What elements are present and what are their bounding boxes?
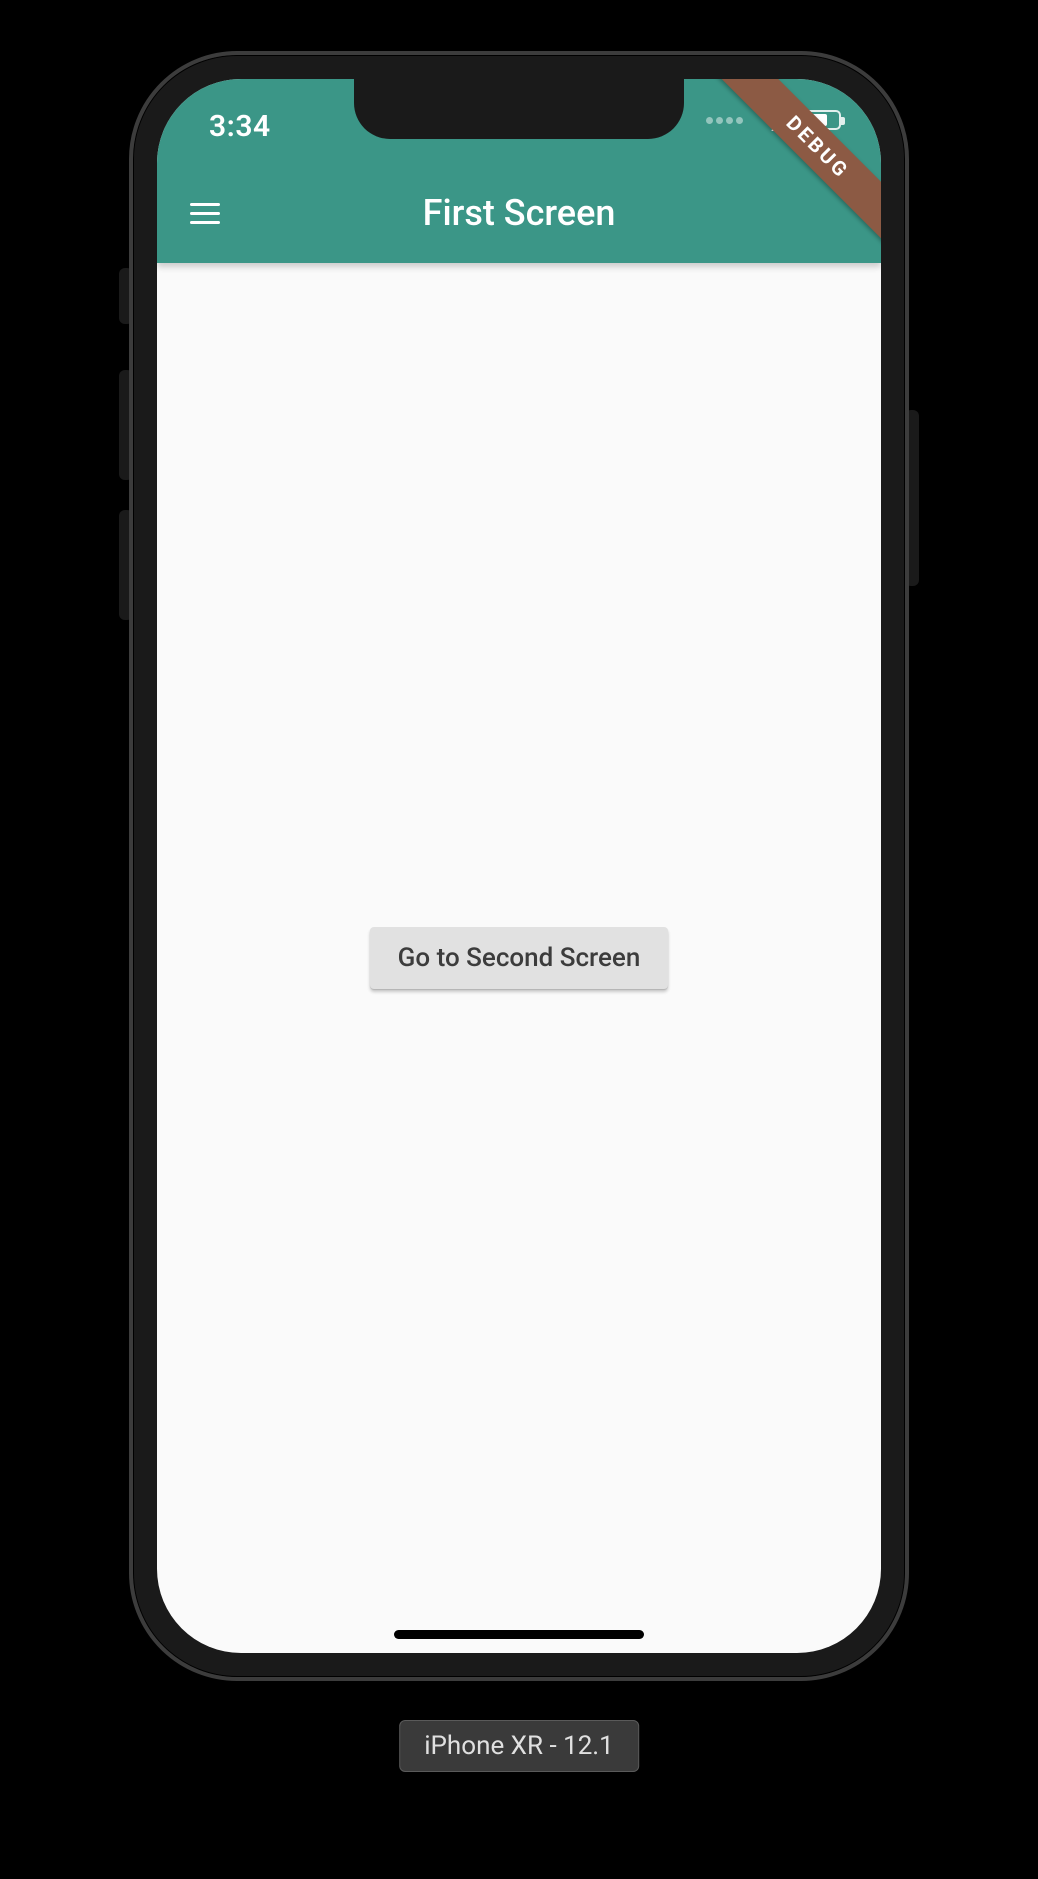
menu-button[interactable] — [175, 183, 235, 243]
app-bar: First Screen — [157, 163, 881, 263]
go-to-second-screen-button[interactable]: Go to Second Screen — [370, 927, 669, 989]
device-caption: iPhone XR - 12.1 — [399, 1720, 639, 1772]
simulator-stage: DEBUG 3:34 — [0, 0, 1038, 1879]
scaffold-body: Go to Second Screen — [157, 263, 881, 1653]
page-title: First Screen — [157, 192, 881, 234]
notch — [354, 79, 684, 139]
hamburger-icon — [190, 212, 220, 215]
home-indicator[interactable] — [394, 1630, 644, 1639]
status-time: 3:34 — [209, 109, 271, 144]
status-right-cluster — [706, 109, 841, 131]
wifi-icon — [759, 109, 789, 131]
cellular-dots-icon — [706, 117, 743, 124]
phone-frame: DEBUG 3:34 — [129, 51, 909, 1681]
phone-screen: DEBUG 3:34 — [157, 79, 881, 1653]
battery-icon — [801, 110, 841, 130]
